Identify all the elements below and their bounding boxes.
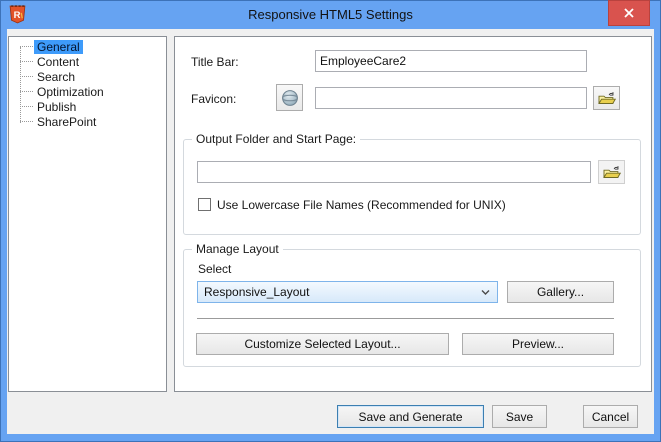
select-layout-label: Select [198,262,231,276]
open-folder-icon [602,165,621,180]
close-x-icon [623,7,635,19]
titlebar[interactable]: R Responsive HTML5 Settings [0,0,661,29]
customize-selected-layout-button[interactable]: Customize Selected Layout... [196,333,449,355]
lowercase-filenames-checkbox[interactable] [198,198,211,211]
dialog-body: General Content Search Optimization Publ… [7,29,654,434]
chevron-down-icon [481,289,490,296]
tree-item[interactable]: General [9,39,166,54]
settings-category-tree: General Content Search Optimization Publ… [8,36,167,392]
layout-select-dropdown[interactable]: Responsive_Layout [197,281,498,303]
open-folder-icon [597,91,616,106]
save-button[interactable]: Save [492,405,547,428]
gallery-button[interactable]: Gallery... [507,281,614,303]
general-settings-panel: Title Bar: Favicon: [174,36,652,392]
tree-item-label: Optimization [34,85,107,99]
tree-item-label: Content [34,55,82,69]
globe-icon [281,89,299,107]
manage-layout-group-legend: Manage Layout [192,242,283,256]
output-folder-browse-button[interactable] [598,160,625,184]
output-folder-input[interactable] [197,161,591,183]
tree-item-label: Search [34,70,78,84]
favicon-path-input[interactable] [315,87,587,109]
tree-item-label: General [34,40,83,54]
favicon-label: Favicon: [191,92,236,106]
tree-item[interactable]: SharePoint [9,114,166,129]
output-folder-group: Output Folder and Start Page: Use Lowerc… [183,139,641,235]
group-divider [197,318,614,319]
close-button[interactable] [608,0,650,26]
tree-item-label: Publish [34,100,79,114]
responsive-html5-settings-dialog: R Responsive HTML5 Settings General Cont… [0,0,661,442]
title-bar-label: Title Bar: [191,55,239,69]
manage-layout-group: Manage Layout Select Responsive_Layout G… [183,249,641,367]
tree: General Content Search Optimization Publ… [9,39,166,129]
layout-selected-value: Responsive_Layout [204,285,309,299]
preview-button[interactable]: Preview... [462,333,614,355]
tree-item[interactable]: Search [9,69,166,84]
tree-item[interactable]: Content [9,54,166,69]
tree-item[interactable]: Publish [9,99,166,114]
favicon-preview-button[interactable] [276,84,303,111]
save-and-generate-button[interactable]: Save and Generate [337,405,484,428]
favicon-browse-button[interactable] [593,86,620,110]
lowercase-filenames-label: Use Lowercase File Names (Recommended fo… [217,198,506,212]
title-bar-input[interactable] [315,50,587,72]
output-folder-group-legend: Output Folder and Start Page: [192,132,360,146]
cancel-button[interactable]: Cancel [583,405,638,428]
tree-item-label: SharePoint [34,115,99,129]
window-title: Responsive HTML5 Settings [0,0,661,29]
tree-item[interactable]: Optimization [9,84,166,99]
